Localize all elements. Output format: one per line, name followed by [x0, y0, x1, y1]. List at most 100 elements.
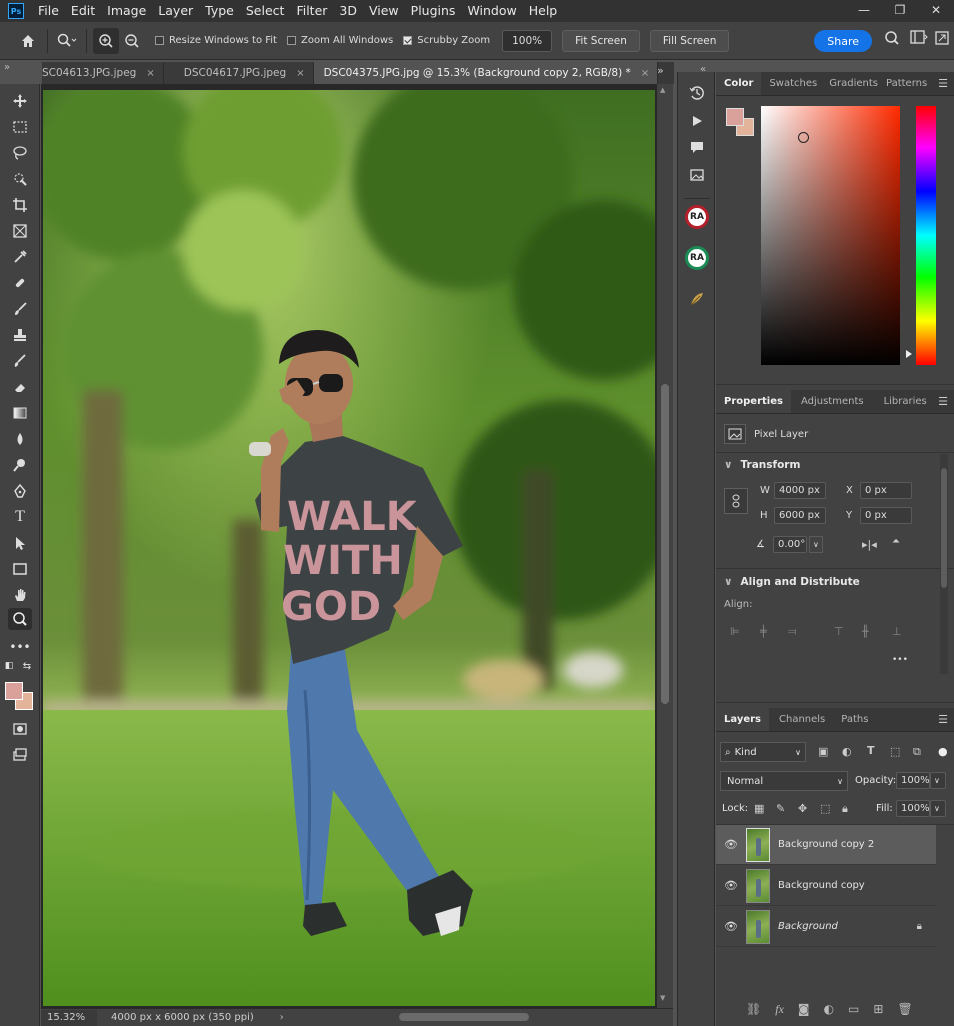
menu-help[interactable]: Help [523, 0, 564, 22]
y-position-field[interactable]: 0 px [860, 507, 912, 524]
tab-patterns[interactable]: Patterns [882, 72, 931, 95]
tab-channels[interactable]: Channels [769, 708, 835, 731]
status-menu-icon[interactable]: › [280, 1012, 284, 1023]
layer-row[interactable]: 👁︎ Background copy [716, 866, 936, 906]
collapse-tabs-icon[interactable]: » [657, 64, 664, 77]
home-icon[interactable] [15, 28, 41, 54]
menu-file[interactable]: File [32, 0, 65, 22]
menu-layer[interactable]: Layer [152, 0, 199, 22]
new-layer-icon[interactable]: ⊞ [873, 1002, 883, 1017]
opacity-field[interactable]: 100% [896, 772, 930, 789]
opacity-dropdown-icon[interactable]: ∨ [930, 772, 946, 789]
transform-section-title[interactable]: ∨ Transform [724, 459, 800, 471]
marquee-tool-icon[interactable] [8, 116, 32, 138]
crop-tool-icon[interactable] [8, 194, 32, 216]
canvas-area[interactable]: WALK WITH GOD [41, 84, 657, 1008]
history-panel-icon[interactable] [685, 82, 709, 104]
plugin-feather-icon[interactable] [685, 288, 709, 310]
menu-select[interactable]: Select [240, 0, 291, 22]
panel-menu-icon[interactable]: ☰ [938, 395, 948, 408]
menu-plugins[interactable]: Plugins [405, 0, 462, 22]
menu-edit[interactable]: Edit [65, 0, 101, 22]
scroll-down-icon[interactable]: ▼ [660, 994, 665, 1002]
vertical-scrollbar[interactable]: ▲ ▼ [657, 84, 673, 1008]
pen-tool-icon[interactable] [8, 480, 32, 502]
tab-paths[interactable]: Paths [835, 708, 874, 731]
close-tab-icon[interactable]: × [641, 68, 649, 79]
close-window-button[interactable]: ✕ [918, 0, 954, 22]
menu-filter[interactable]: Filter [290, 0, 333, 22]
quick-selection-tool-icon[interactable] [8, 168, 32, 190]
collapse-toolbar-icon[interactable]: » [4, 62, 10, 73]
angle-field[interactable]: 0.00° [772, 536, 807, 553]
align-bottom-icon[interactable]: ⊥ [892, 625, 902, 638]
more-tools-icon[interactable]: ••• [8, 636, 32, 658]
height-field[interactable]: 6000 px [774, 507, 826, 524]
visibility-eye-icon[interactable]: 👁︎ [716, 920, 746, 933]
clone-stamp-tool-icon[interactable] [8, 324, 32, 346]
adjustment-layer-icon[interactable]: ◐ [824, 1002, 834, 1017]
tab-doc-3[interactable]: DSC04375.JPG.jpg @ 15.3% (Background cop… [313, 62, 659, 84]
zoom-out-icon[interactable] [119, 28, 145, 54]
fill-field[interactable]: 100% [896, 800, 930, 817]
panel-menu-icon[interactable]: ☰ [938, 77, 948, 90]
align-left-icon[interactable]: ⊫ [730, 625, 740, 638]
filter-type-icon[interactable]: T [867, 744, 875, 757]
resize-windows-checkbox[interactable]: Resize Windows to Fit [155, 35, 277, 46]
workspace-icon[interactable] [910, 30, 928, 48]
flip-vertical-icon[interactable]: ⏶ [892, 536, 900, 547]
align-middle-v-icon[interactable]: ╫ [862, 625, 869, 638]
filter-pixel-icon[interactable]: ▣ [818, 745, 828, 758]
screen-mode-icon[interactable] [8, 744, 32, 766]
status-zoom-field[interactable]: 15.32% [41, 1009, 97, 1026]
move-tool-icon[interactable] [8, 90, 32, 112]
history-brush-tool-icon[interactable] [8, 350, 32, 372]
color-picker-cursor[interactable] [798, 132, 809, 143]
zoom-tool-icon[interactable] [8, 608, 32, 630]
eyedropper-tool-icon[interactable] [8, 246, 32, 268]
layer-style-fx-icon[interactable]: fx [775, 1002, 784, 1017]
link-layers-icon[interactable]: ⛓︎ [746, 1002, 761, 1017]
fill-screen-button[interactable]: Fill Screen [649, 29, 730, 52]
align-top-icon[interactable]: ⊤ [834, 625, 844, 638]
fit-screen-button[interactable]: Fit Screen [562, 29, 640, 52]
scrubby-zoom-checkbox[interactable]: Scrubby Zoom [403, 35, 490, 46]
tab-color[interactable]: Color [716, 72, 762, 95]
document-image[interactable]: WALK WITH GOD [43, 90, 655, 1006]
delete-layer-icon[interactable]: 🗑︎ [897, 1002, 912, 1017]
restore-button[interactable]: ❐ [882, 0, 918, 22]
more-options-icon[interactable]: ••• [892, 655, 908, 665]
filter-shape-icon[interactable]: ⬚ [890, 745, 900, 758]
x-position-field[interactable]: 0 px [860, 482, 912, 499]
scroll-up-icon[interactable]: ▲ [660, 86, 665, 94]
layer-row[interactable]: 👁︎ Background copy 2 [716, 825, 936, 865]
visibility-eye-icon[interactable]: 👁︎ [716, 838, 746, 851]
expand-icon[interactable] [934, 30, 950, 50]
menu-window[interactable]: Window [461, 0, 522, 22]
align-section-title[interactable]: ∨ Align and Distribute [724, 576, 860, 588]
filter-adjustment-icon[interactable]: ◐ [842, 745, 852, 758]
retouch-plugin-icon-2[interactable]: RA [685, 246, 709, 270]
brush-tool-icon[interactable] [8, 298, 32, 320]
healing-brush-tool-icon[interactable] [8, 272, 32, 294]
hue-slider-marker-icon[interactable] [906, 350, 912, 358]
layer-filter-kind-dropdown[interactable]: ⌕ Kind ∨ [720, 742, 806, 762]
image-panel-icon[interactable] [685, 164, 709, 186]
tab-layers[interactable]: Layers [716, 708, 769, 731]
properties-scrollbar[interactable] [940, 454, 948, 674]
tab-libraries[interactable]: Libraries [874, 390, 937, 413]
retouch-plugin-icon-1[interactable]: RA [685, 205, 709, 229]
collapse-dock-icon[interactable]: « [700, 64, 706, 75]
blend-mode-dropdown[interactable]: Normal ∨ [720, 771, 848, 791]
foreground-color-swatch[interactable] [5, 682, 23, 700]
color-field[interactable] [761, 106, 900, 365]
dodge-tool-icon[interactable] [8, 454, 32, 476]
search-icon[interactable] [884, 30, 900, 50]
link-dimensions-icon[interactable] [724, 488, 748, 514]
hue-slider[interactable] [916, 106, 936, 365]
rectangle-tool-icon[interactable] [8, 558, 32, 580]
eraser-tool-icon[interactable] [8, 376, 32, 398]
actions-play-icon[interactable] [685, 110, 709, 132]
hand-tool-icon[interactable] [8, 584, 32, 606]
layer-row[interactable]: 👁︎ Background 🔒︎ [716, 907, 936, 947]
